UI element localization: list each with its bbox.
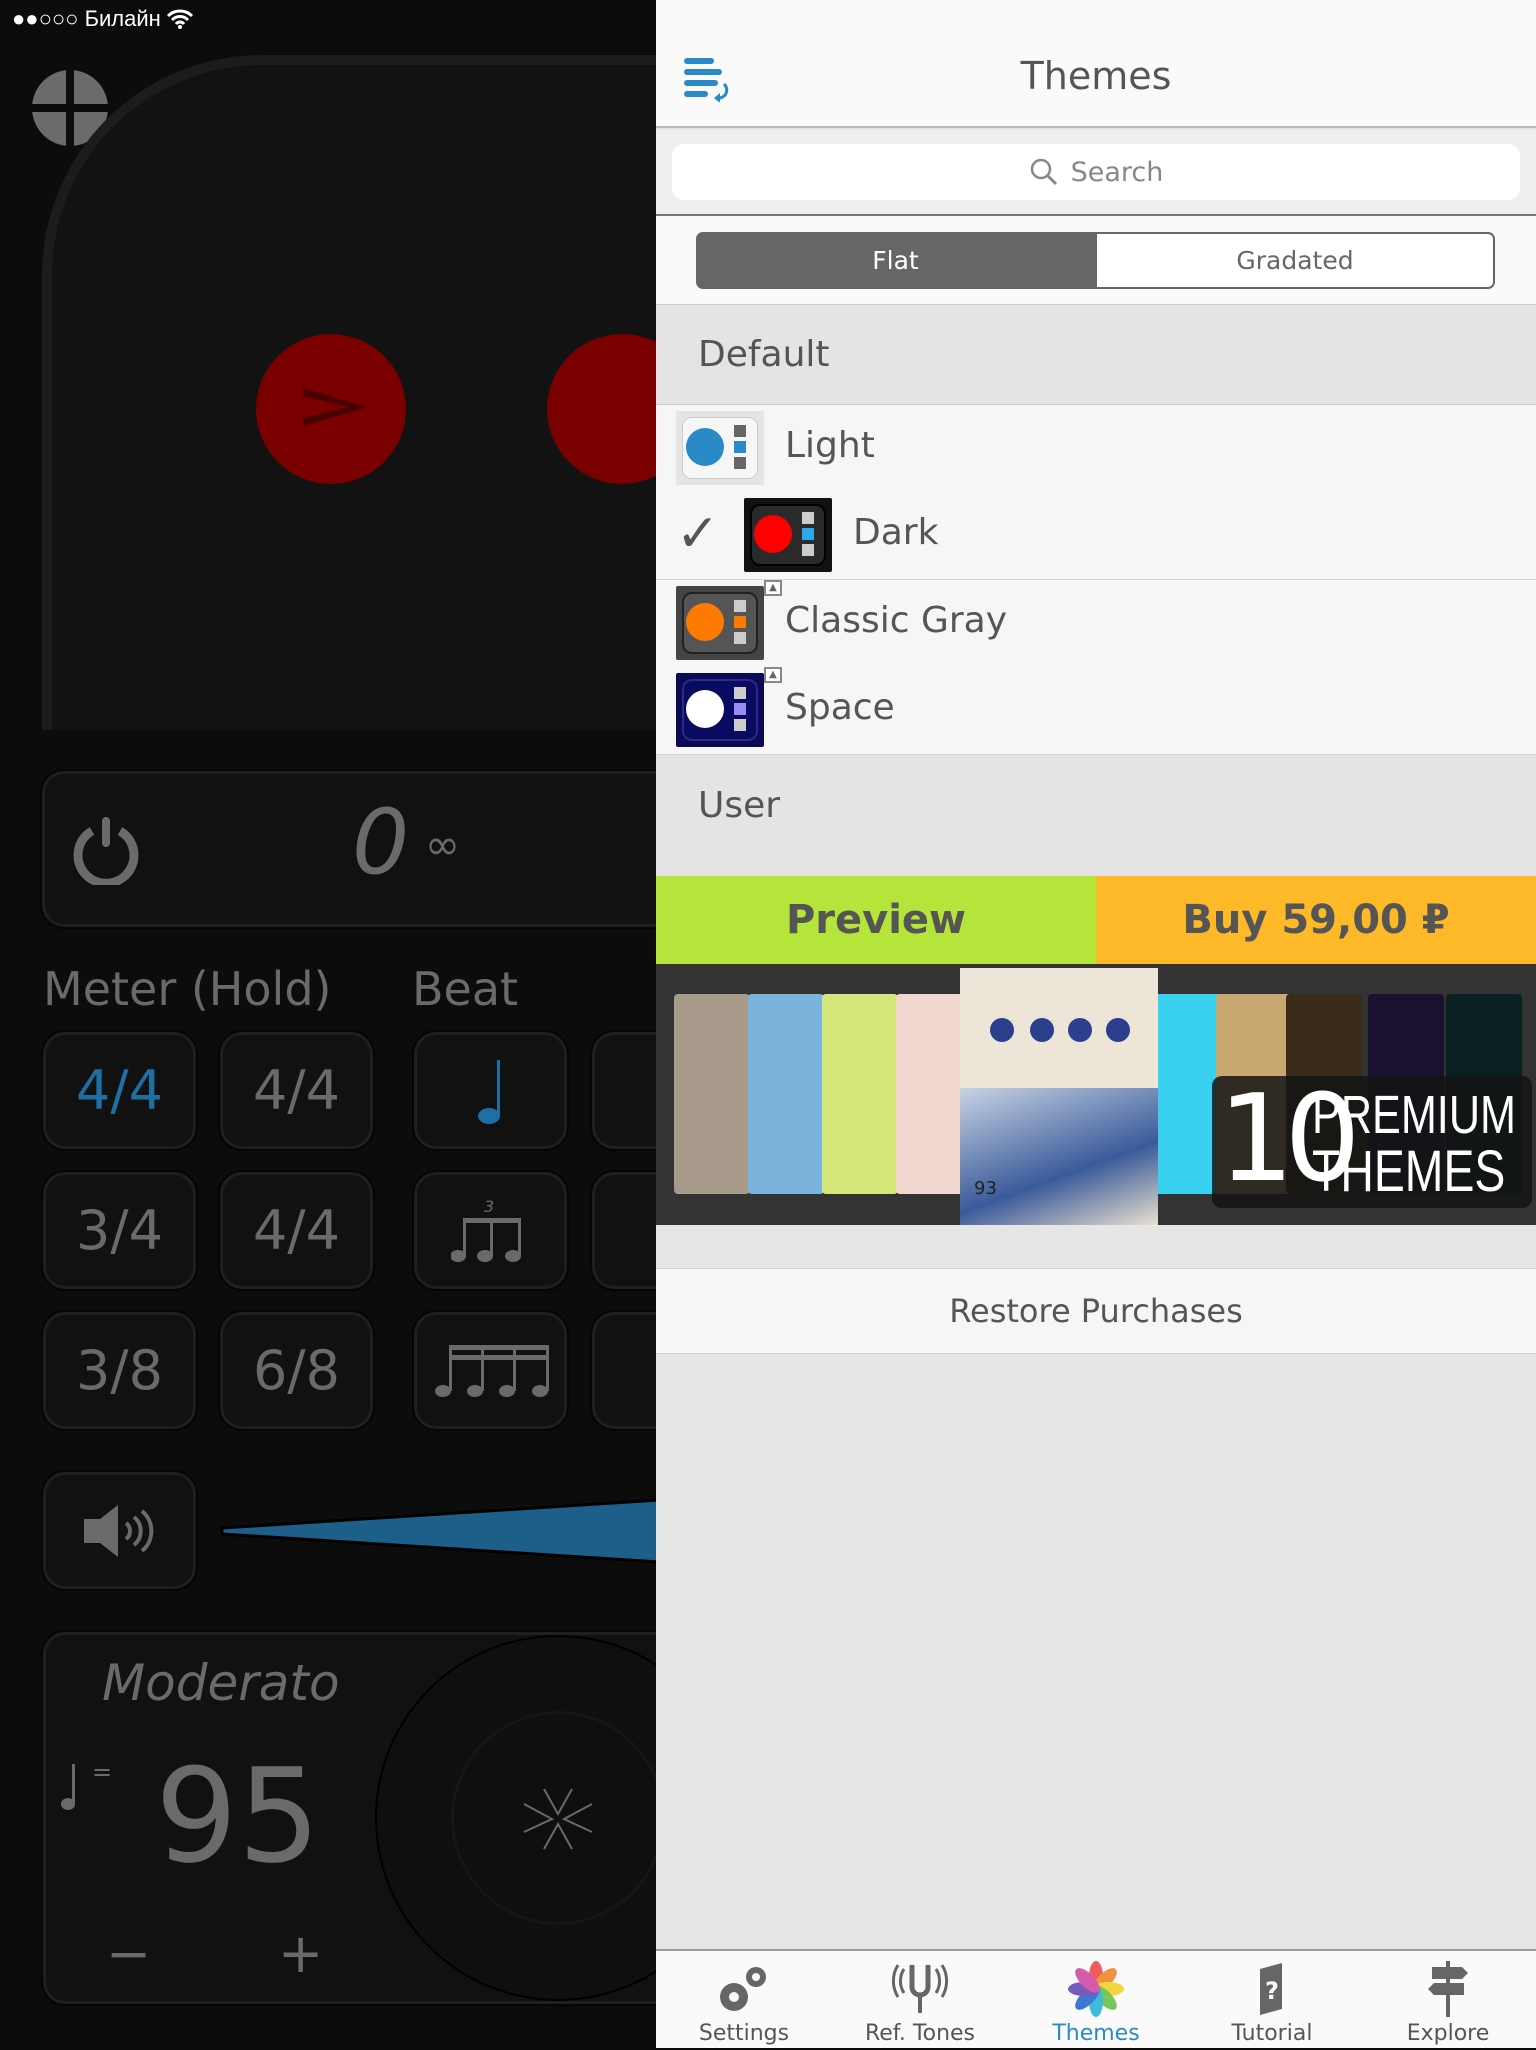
space-theme-icon [676, 673, 764, 747]
search-bar: Search [656, 130, 1536, 216]
checkmark-icon: ✓ [676, 504, 720, 564]
carrier-name: Билайн [84, 6, 161, 31]
theme-name: Dark [853, 512, 939, 553]
volume-slider[interactable] [220, 1498, 656, 1568]
preview-bpm: 93 [974, 1178, 997, 1199]
tab-label: Tutorial [1231, 2021, 1313, 2046]
beat-button[interactable] [590, 1030, 656, 1151]
tab-label: Explore [1406, 2021, 1490, 2046]
meter-label: Meter (Hold) [43, 962, 332, 1016]
search-input[interactable]: Search [672, 144, 1520, 200]
search-icon [1030, 158, 1057, 186]
buy-label: Buy 59,00 ₽ [1182, 897, 1450, 943]
purchase-bar: Preview Buy 59,00 ₽ [656, 876, 1536, 964]
svg-text:3: 3 [484, 1197, 494, 1216]
meter-button[interactable]: 4/4 [41, 1030, 198, 1151]
theme-name: Light [785, 425, 875, 466]
theme-row-space[interactable]: ▲ Space [656, 667, 1536, 755]
tempo-bpm: 95 [155, 1740, 321, 1892]
bar-counter: 0 [352, 790, 410, 895]
tempo-name: Moderato [102, 1654, 340, 1712]
theme-preview-wave: 93 [960, 968, 1158, 1225]
quarter-note-icon [477, 1059, 500, 1124]
beat-button[interactable] [590, 1310, 656, 1431]
meter-button[interactable]: 3/4 [41, 1170, 198, 1291]
tab-settings[interactable]: Settings [656, 1951, 832, 2050]
restore-purchases-button[interactable]: Restore Purchases [656, 1268, 1536, 1354]
image-badge-icon: ▲ [764, 667, 782, 683]
tempo-increase-button[interactable]: + [278, 1922, 323, 1985]
sixteenth-notes-icon [434, 1344, 549, 1397]
metronome-background: ●●○○○ Билайн 0 ∞ Meter (Hold) Beat 4/4 4… [0, 0, 656, 2048]
preview-button[interactable]: Preview [656, 876, 1096, 964]
power-icon[interactable] [72, 815, 140, 889]
meter-button[interactable]: 3/8 [41, 1310, 198, 1431]
premium-label: 10 PREMIUM THEMES [1212, 1070, 1532, 1209]
tempo-equals: = [92, 1758, 113, 1786]
meter-button[interactable]: 4/4 [218, 1030, 375, 1151]
premium-themes-banner[interactable]: 93 10 PREMIUM THEMES [656, 964, 1536, 1225]
nav-header: Themes [656, 0, 1536, 128]
buy-button[interactable]: Buy 59,00 ₽ [1096, 876, 1536, 964]
tempo-decrease-button[interactable]: − [106, 1922, 151, 1985]
segment-flat[interactable]: Flat [696, 232, 1095, 289]
svg-text:?: ? [1265, 1977, 1279, 2005]
meter-button[interactable]: 4/4 [218, 1170, 375, 1291]
tab-bar: Settings Ref. Tones Themes ? Tutorial Ex… [656, 1949, 1536, 2048]
beat-triplet-button[interactable]: 3 [412, 1170, 569, 1291]
tab-label: Settings [698, 2021, 790, 2046]
volume-button[interactable] [41, 1470, 198, 1591]
light-theme-icon [676, 411, 764, 485]
book-question-icon: ? [1260, 1963, 1282, 2015]
tab-label: Ref. Tones [864, 2021, 976, 2046]
tempo-note-icon [60, 1762, 80, 1816]
wifi-icon [166, 6, 194, 31]
loop-infinity: ∞ [425, 820, 460, 869]
premium-line2: THEMES [1312, 1139, 1506, 1204]
beat-light-accent [256, 334, 406, 484]
beat-sixteenth-button[interactable] [412, 1310, 569, 1431]
page-title: Themes [1020, 54, 1172, 98]
tab-themes[interactable]: Themes [1008, 1951, 1184, 2050]
tuning-fork-icon [891, 1964, 949, 2013]
image-badge-icon: ▲ [764, 580, 782, 596]
color-flower-icon [1068, 1961, 1124, 2017]
tab-label: Themes [1052, 2021, 1140, 2046]
search-placeholder: Search [1070, 156, 1164, 188]
theme-row-dark[interactable]: ✓ Dark [656, 492, 1536, 580]
signpost-icon [1428, 1961, 1468, 2017]
style-segmented-control: Flat Gradated [656, 216, 1536, 305]
beat-quarter-button[interactable] [412, 1030, 569, 1151]
theme-row-classic-gray[interactable]: ▲ Classic Gray [656, 580, 1536, 668]
beat-label: Beat [412, 962, 519, 1016]
theme-preview-camo [674, 994, 750, 1194]
classic-gray-theme-icon [676, 586, 764, 660]
theme-preview-sky [748, 994, 824, 1194]
segment-gradated[interactable]: Gradated [1095, 232, 1495, 289]
dark-theme-icon [744, 498, 832, 572]
beat-button[interactable] [590, 1170, 656, 1291]
section-title: User [698, 785, 781, 826]
themes-panel: Themes Search Flat Gradated Default Ligh… [656, 0, 1536, 2048]
premium-line1: PREMIUM [1312, 1085, 1516, 1145]
tab-explore[interactable]: Explore [1360, 1951, 1536, 2050]
tab-ref-tones[interactable]: Ref. Tones [832, 1951, 1008, 2050]
theme-name: Classic Gray [785, 600, 1008, 641]
section-header-user: User [656, 755, 1536, 876]
restore-label: Restore Purchases [949, 1292, 1243, 1330]
preview-label: Preview [785, 897, 967, 943]
status-bar: ●●○○○ Билайн [12, 6, 194, 32]
tab-tutorial[interactable]: ? Tutorial [1184, 1951, 1360, 2050]
theme-name: Space [785, 687, 895, 728]
meter-button[interactable]: 6/8 [218, 1310, 375, 1431]
tap-tempo-icon[interactable] [451, 1711, 656, 1925]
theme-preview-lime [822, 994, 898, 1194]
speaker-icon [83, 1504, 153, 1557]
theme-row-light[interactable]: Light [656, 405, 1536, 493]
gears-icon [720, 1967, 766, 2011]
triplet-notes-icon: 3 [450, 1197, 521, 1262]
section-title: Default [698, 334, 830, 375]
section-header-default: Default [656, 305, 1536, 405]
signal-strength: ●●○○○ [12, 6, 79, 31]
